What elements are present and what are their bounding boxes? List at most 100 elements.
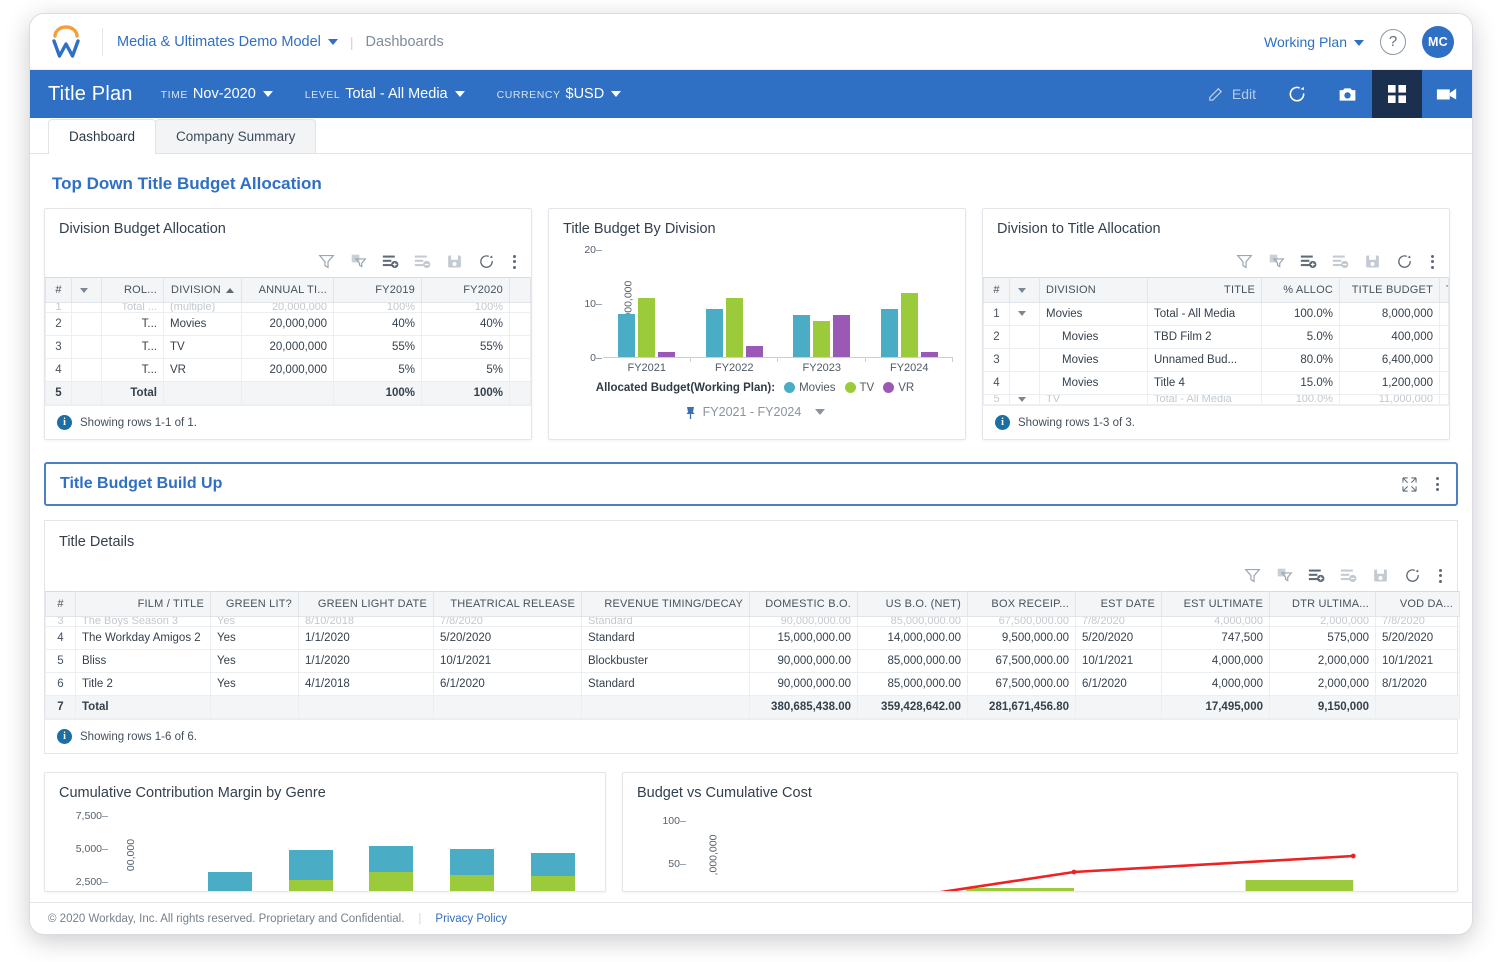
- table-row[interactable]: 1 Movies Total - All Media 100.0% 8,000,…: [983, 302, 1449, 326]
- remove-row-icon[interactable]: [1332, 253, 1349, 270]
- screenshot-button[interactable]: [1322, 70, 1372, 118]
- table-row[interactable]: 5 Bliss Yes 1/1/2020 10/1/2021 Blockbust…: [45, 649, 1460, 673]
- table-row[interactable]: 2 Movies TBD Film 2 5.0% 400,000: [983, 325, 1449, 349]
- filter-grid-icon[interactable]: [1276, 567, 1293, 584]
- table-row[interactable]: 4 The Workday Amigos 2 Yes 1/1/2020 5/20…: [45, 626, 1460, 650]
- bar-tv[interactable]: [638, 298, 656, 357]
- more-options-icon[interactable]: [1428, 254, 1437, 270]
- filter-icon[interactable]: [1244, 567, 1261, 584]
- table-row-clipped[interactable]: 5 TV Total - All Media 100.0% 11,000,000: [983, 394, 1449, 405]
- table-row-clipped[interactable]: 3 The Boys Season 3 Yes 8/10/2018 7/8/20…: [45, 616, 1460, 627]
- breadcrumb-dashboards[interactable]: Dashboards: [366, 34, 444, 50]
- help-icon[interactable]: ?: [1380, 28, 1406, 55]
- bar-vr[interactable]: [833, 314, 851, 357]
- cell-expand[interactable]: [1009, 302, 1040, 326]
- more-options-icon[interactable]: [1436, 568, 1445, 584]
- col-alloc[interactable]: % ALLOC: [1261, 277, 1340, 303]
- legend-item-vr[interactable]: VR: [883, 382, 914, 394]
- col-annual[interactable]: ANNUAL TI...: [241, 277, 334, 303]
- data-point[interactable]: [1071, 869, 1077, 875]
- more-options-icon[interactable]: [510, 254, 519, 270]
- remove-row-icon[interactable]: [414, 253, 431, 270]
- table-row[interactable]: 2 T... Movies 20,000,000 40% 40%: [45, 312, 531, 336]
- col-green-lit[interactable]: GREEN LIT?: [210, 591, 299, 617]
- filter-icon[interactable]: [1236, 253, 1253, 270]
- table-row[interactable]: 4 T... VR 20,000,000 5% 5%: [45, 358, 531, 382]
- col-est-ultimate[interactable]: EST ULTIMATE: [1161, 591, 1270, 617]
- table-total-row: 7 Total 380,685,438.00 359,428,642.00 28…: [45, 695, 1460, 719]
- add-row-icon[interactable]: [1300, 253, 1317, 270]
- chevron-down-icon[interactable]: [1017, 287, 1026, 293]
- legend-item-movies[interactable]: Movies: [784, 382, 836, 394]
- cell-green-lit: Yes: [210, 672, 299, 696]
- bar-movies[interactable]: [793, 315, 811, 357]
- col-est-date[interactable]: EST DATE: [1075, 591, 1162, 617]
- col-fy2019[interactable]: FY2019: [333, 277, 422, 303]
- refresh-icon[interactable]: [478, 253, 495, 270]
- table-row-clipped[interactable]: 1 Total ... (multiple) 20,000,000 100% 1…: [45, 302, 531, 313]
- col-title[interactable]: TITLE: [1147, 277, 1262, 303]
- add-row-icon[interactable]: [382, 253, 399, 270]
- filter-grid-icon[interactable]: [1268, 253, 1285, 270]
- bar-movies[interactable]: [880, 308, 898, 357]
- col-division[interactable]: DIVISION: [1039, 277, 1148, 303]
- bar-vr[interactable]: [658, 351, 676, 357]
- table-row[interactable]: 4 Movies Title 4 15.0% 1,200,000: [983, 371, 1449, 395]
- col-revenue-timing[interactable]: REVENUE TIMING/DECAY: [581, 591, 750, 617]
- bar-tv[interactable]: [900, 292, 918, 357]
- tab-company-summary[interactable]: Company Summary: [155, 119, 317, 153]
- privacy-policy-link[interactable]: Privacy Policy: [435, 913, 507, 925]
- model-selector[interactable]: Media & Ultimates Demo Model: [117, 34, 338, 50]
- save-icon[interactable]: [1372, 567, 1389, 584]
- bar-tv[interactable]: [725, 298, 743, 357]
- working-plan-selector[interactable]: Working Plan: [1264, 34, 1364, 50]
- expand-icon[interactable]: [1402, 476, 1417, 492]
- bar-movies[interactable]: [705, 308, 723, 357]
- chevron-down-icon[interactable]: [79, 287, 88, 293]
- bar-vr[interactable]: [920, 351, 938, 357]
- save-icon[interactable]: [1364, 253, 1381, 270]
- chart-range-selector[interactable]: FY2021 - FY2024: [557, 394, 953, 431]
- bar-tv[interactable]: [813, 320, 831, 357]
- col-box-receipts[interactable]: BOX RECEIP...: [967, 591, 1076, 617]
- bar-movies[interactable]: [618, 314, 636, 357]
- workday-w-logo-icon[interactable]: [44, 20, 88, 64]
- table-row[interactable]: 6 Title 2 Yes 4/1/2018 6/1/2020 Standard…: [45, 672, 1460, 696]
- more-options-icon[interactable]: [1433, 476, 1442, 492]
- col-role[interactable]: ROL...: [101, 277, 164, 303]
- remove-row-icon[interactable]: [1340, 567, 1357, 584]
- edit-button[interactable]: Edit: [1191, 70, 1272, 118]
- col-fy2020[interactable]: FY2020: [421, 277, 510, 303]
- grid-view-button[interactable]: [1372, 70, 1422, 118]
- save-icon[interactable]: [446, 253, 463, 270]
- budget-bar-1[interactable]: [966, 888, 1074, 892]
- level-selector[interactable]: LEVEL Total - All Media: [305, 86, 465, 102]
- table-row[interactable]: 3 T... TV 20,000,000 55% 55%: [45, 335, 531, 359]
- video-button[interactable]: [1422, 70, 1472, 118]
- cell-alloc: 100.0%: [1261, 302, 1340, 326]
- col-green-light-date[interactable]: GREEN LIGHT DATE: [298, 591, 434, 617]
- col-vod-date[interactable]: VOD DA...: [1375, 591, 1460, 617]
- filter-grid-icon[interactable]: [350, 253, 367, 270]
- refresh-icon[interactable]: [1404, 567, 1421, 584]
- col-film-title[interactable]: FILM / TITLE: [75, 591, 211, 617]
- time-selector[interactable]: TIME Nov-2020: [161, 86, 273, 102]
- refresh-button[interactable]: [1272, 70, 1322, 118]
- legend-item-tv[interactable]: TV: [844, 382, 874, 394]
- data-point[interactable]: [1350, 853, 1356, 859]
- currency-selector[interactable]: CURRENCY $USD: [497, 86, 622, 102]
- bar-vr[interactable]: [745, 346, 763, 357]
- col-domestic-bo[interactable]: DOMESTIC B.O.: [749, 591, 858, 617]
- col-division[interactable]: DIVISION: [163, 277, 242, 303]
- table-row[interactable]: 3 Movies Unnamed Bud... 80.0% 6,400,000: [983, 348, 1449, 372]
- col-dtr-ultimate[interactable]: DTR ULTIMA...: [1269, 591, 1376, 617]
- col-budget[interactable]: TITLE BUDGET: [1339, 277, 1440, 303]
- tab-dashboard[interactable]: Dashboard: [48, 119, 157, 154]
- refresh-icon[interactable]: [1396, 253, 1413, 270]
- filter-icon[interactable]: [318, 253, 335, 270]
- col-us-bo-net[interactable]: US B.O. (NET): [857, 591, 968, 617]
- budget-bar-2[interactable]: [1245, 880, 1354, 892]
- add-row-icon[interactable]: [1308, 567, 1325, 584]
- avatar[interactable]: MC: [1422, 25, 1454, 58]
- col-theatrical-release[interactable]: THEATRICAL RELEASE: [433, 591, 582, 617]
